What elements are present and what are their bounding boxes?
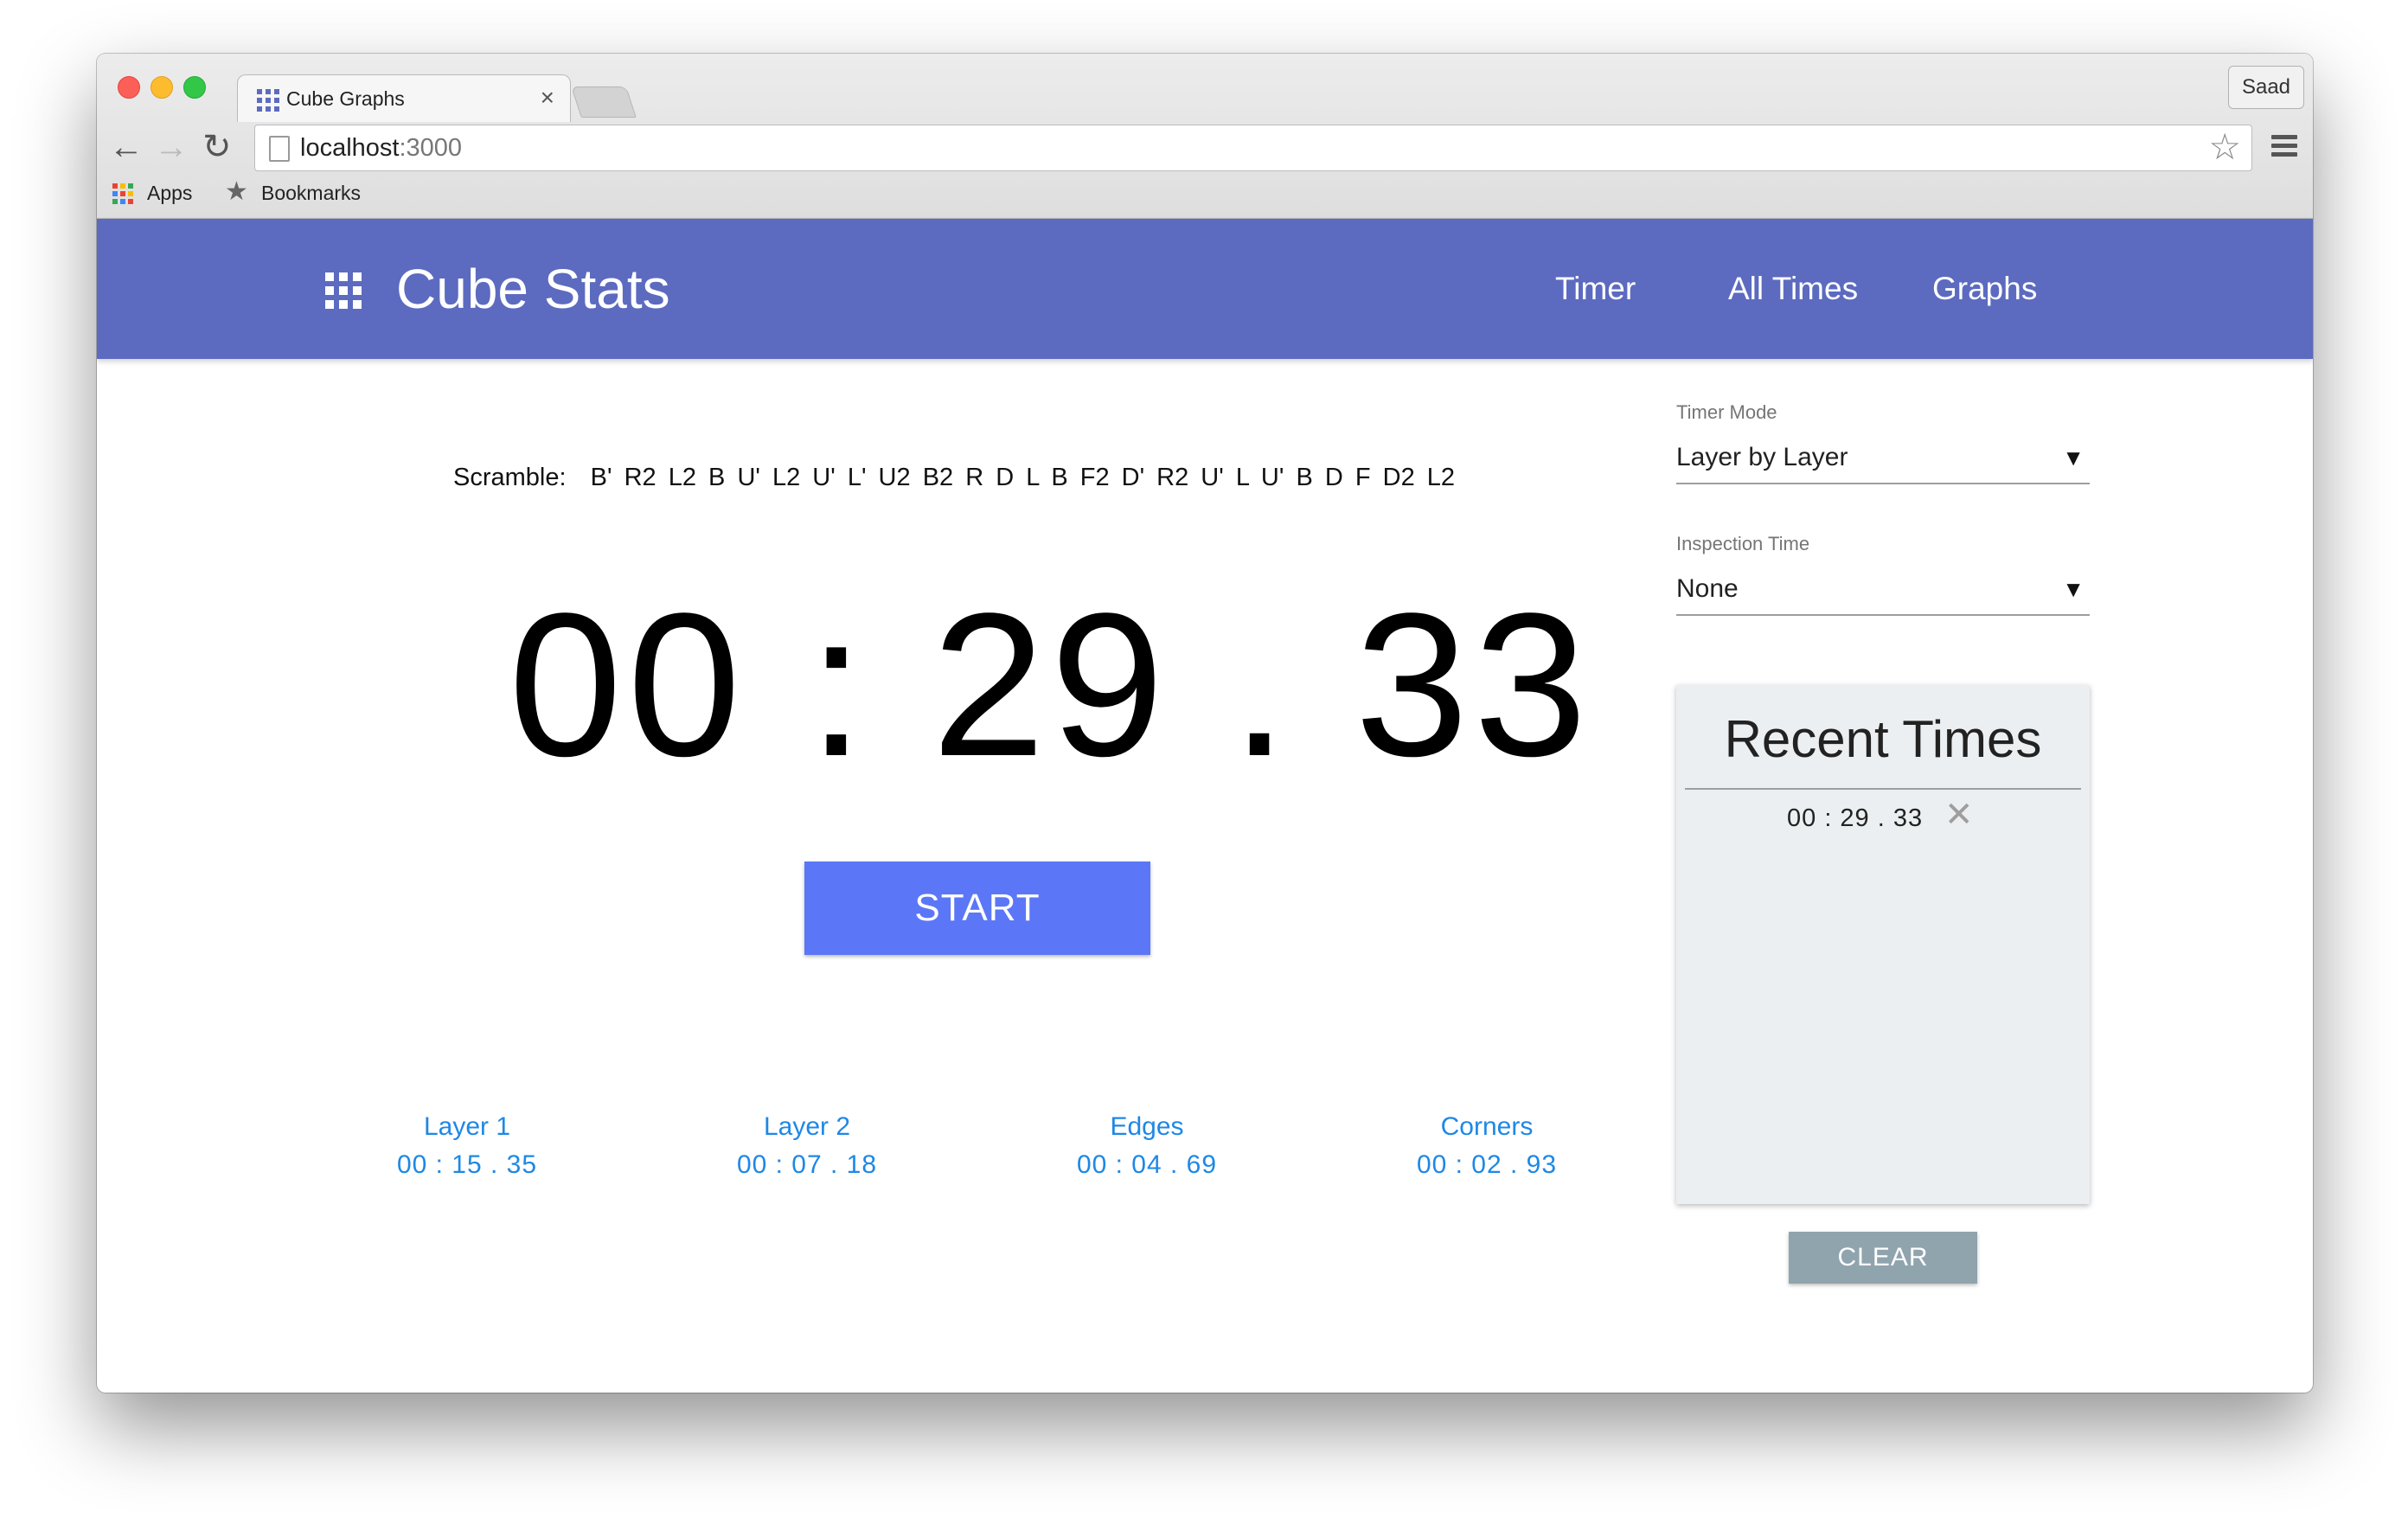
- bookmark-bookmarks[interactable]: Bookmarks: [261, 182, 361, 205]
- new-tab-button[interactable]: [571, 86, 637, 118]
- split-time: 00 : 07 . 18: [736, 1150, 878, 1179]
- grid-favicon-icon: [257, 89, 279, 112]
- star-icon: ★: [225, 177, 248, 206]
- reload-icon[interactable]: ↻: [202, 128, 232, 166]
- clear-button[interactable]: CLEAR: [1789, 1232, 1977, 1284]
- back-arrow-icon[interactable]: ←: [109, 128, 144, 166]
- split-label: Layer 2: [763, 1112, 851, 1141]
- split-corners: Corners 00 : 02 . 93: [1392, 1112, 1582, 1180]
- split-edges: Edges 00 : 04 . 69: [1052, 1112, 1242, 1180]
- brand-title[interactable]: Cube Stats: [396, 257, 670, 321]
- inspection-time-label: Inspection Time: [1676, 533, 1810, 554]
- timer-display: 00 : 29 . 33: [509, 571, 1592, 799]
- minimize-window-button[interactable]: [150, 76, 173, 99]
- maximize-window-button[interactable]: [183, 76, 206, 99]
- split-label: Layer 1: [423, 1112, 511, 1141]
- split-layer-2: Layer 2 00 : 07 . 18: [712, 1112, 902, 1180]
- browser-tab[interactable]: Cube Graphs ×: [237, 74, 571, 122]
- scramble-label: Scramble:: [453, 464, 567, 491]
- scramble-moves: B' R2 L2 B U' L2 U' L' U2 B2 R D L B F2 …: [590, 464, 1456, 491]
- remove-time-icon[interactable]: ✕: [1944, 798, 1974, 832]
- bookmark-apps[interactable]: Apps: [147, 182, 192, 205]
- split-time: 00 : 04 . 69: [1076, 1150, 1218, 1179]
- page-icon: [269, 136, 290, 162]
- grid-logo-icon[interactable]: [325, 272, 362, 309]
- tab-close-icon[interactable]: ×: [541, 84, 554, 112]
- inspection-time-value: None: [1676, 574, 1739, 603]
- timer-mode-label: Timer Mode: [1676, 401, 1777, 423]
- apps-grid-icon[interactable]: [112, 183, 133, 204]
- recent-time-item: 00 : 29 . 33: [1787, 804, 1924, 832]
- dropdown-arrow-icon: ▼: [2062, 576, 2085, 602]
- split-time: 00 : 02 . 93: [1416, 1150, 1558, 1179]
- split-label: Edges: [1110, 1112, 1184, 1141]
- app-header: Cube Stats Timer All Times Graphs: [97, 219, 2313, 359]
- forward-arrow-icon[interactable]: →: [154, 128, 189, 166]
- bookmark-star-icon[interactable]: ☆: [2208, 125, 2241, 169]
- recent-times-card: Recent Times 00 : 29 . 33 ✕: [1676, 685, 2090, 1204]
- inspection-time-select[interactable]: None ▼: [1676, 574, 2090, 616]
- nav-graphs[interactable]: Graphs: [1932, 271, 2037, 307]
- split-time: 00 : 15 . 35: [396, 1150, 538, 1179]
- timer-mode-value: Layer by Layer: [1676, 443, 1848, 471]
- recent-times-title: Recent Times: [1685, 709, 2081, 790]
- url-host: localhost: [300, 134, 400, 162]
- nav-all-times[interactable]: All Times: [1728, 271, 1858, 307]
- timer-mode-select[interactable]: Layer by Layer ▼: [1676, 443, 2090, 484]
- address-bar[interactable]: localhost:3000 ☆: [254, 125, 2252, 171]
- profile-button[interactable]: Saad: [2228, 66, 2304, 109]
- scramble-line: Scramble: B' R2 L2 B U' L2 U' L' U2 B2 R…: [453, 464, 1455, 492]
- nav-timer[interactable]: Timer: [1555, 271, 1636, 307]
- hamburger-menu-icon[interactable]: [2271, 135, 2297, 161]
- url-text[interactable]: localhost:3000: [300, 134, 462, 163]
- browser-window: Cube Graphs × Saad ← → ↻ localhost:3000 …: [97, 54, 2313, 1393]
- split-layer-1: Layer 1 00 : 15 . 35: [372, 1112, 562, 1180]
- dropdown-arrow-icon: ▼: [2062, 445, 2085, 471]
- tab-title: Cube Graphs: [286, 87, 405, 110]
- start-button[interactable]: START: [804, 862, 1150, 955]
- close-window-button[interactable]: [118, 76, 140, 99]
- url-port: :3000: [399, 134, 463, 162]
- browser-chrome: Cube Graphs × Saad ← → ↻ localhost:3000 …: [97, 54, 2313, 219]
- split-label: Corners: [1440, 1112, 1534, 1141]
